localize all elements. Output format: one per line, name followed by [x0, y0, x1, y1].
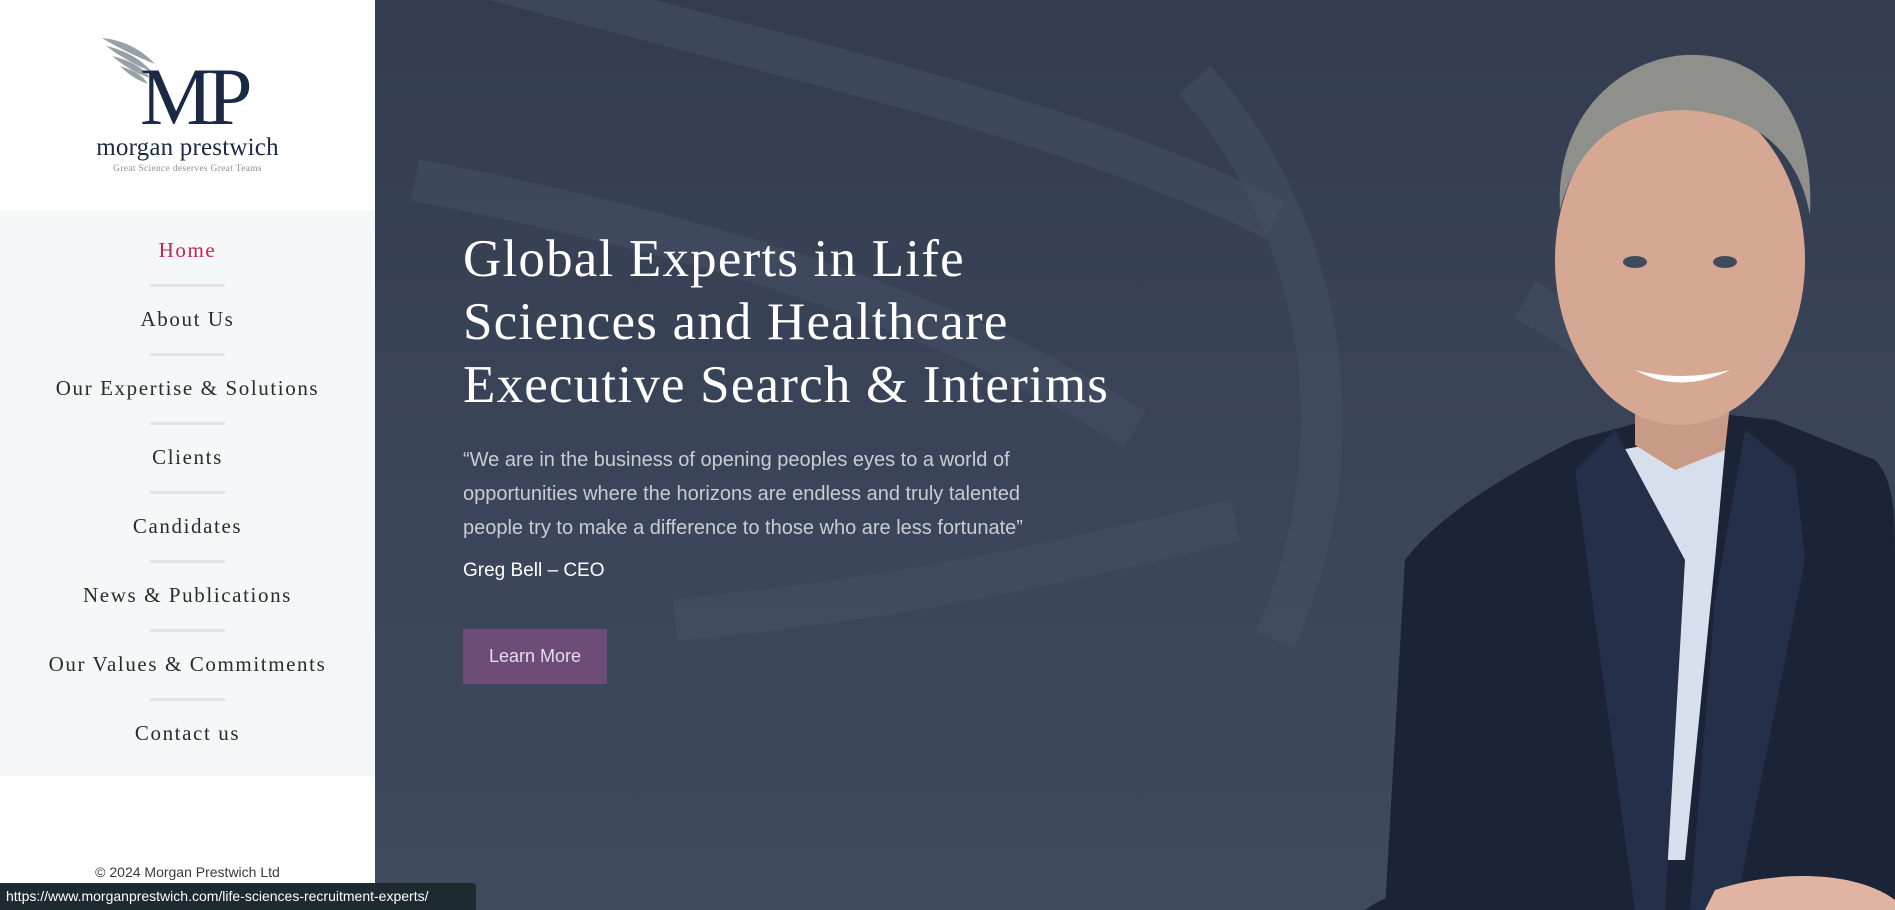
nav-divider [150, 284, 225, 287]
nav-item-expertise-solutions[interactable]: Our Expertise & Solutions [0, 368, 375, 408]
nav-divider [150, 491, 225, 494]
nav-divider [150, 560, 225, 563]
site-logo[interactable]: MP morgan prestwich Great Science deserv… [0, 0, 375, 211]
quote-author: Greg Bell – CEO [463, 560, 605, 581]
ceo-portrait-photo [1365, 54, 1895, 910]
logo-tagline: Great Science deserves Great Teams [113, 164, 262, 174]
nav-item-candidates[interactable]: Candidates [0, 506, 375, 546]
browser-status-url: https://www.morganprestwich.com/life-sci… [0, 883, 476, 910]
hero-banner: Global Experts in Life Sciences and Heal… [375, 0, 1895, 910]
nav-divider [150, 698, 225, 701]
nav-divider [150, 353, 225, 356]
nav-item-home[interactable]: Home [0, 230, 375, 270]
nav-item-values-commitments[interactable]: Our Values & Commitments [0, 644, 375, 684]
nav-item-contact-us[interactable]: Contact us [0, 713, 375, 753]
learn-more-button[interactable]: Learn More [463, 629, 607, 684]
main-nav: Home About Us Our Expertise & Solutions … [0, 211, 375, 776]
nav-item-about-us[interactable]: About Us [0, 299, 375, 339]
ceo-quote: “We are in the business of opening peopl… [463, 449, 1023, 539]
logo-name: morgan prestwich [96, 134, 279, 161]
nav-divider [150, 422, 225, 425]
nav-item-clients[interactable]: Clients [0, 437, 375, 477]
nav-item-news-publications[interactable]: News & Publications [0, 575, 375, 615]
logo-letters: MP [140, 51, 250, 130]
sidebar: MP morgan prestwich Great Science deserv… [0, 0, 375, 910]
nav-divider [150, 629, 225, 632]
footer-copyright: © 2024 Morgan Prestwich Ltd [95, 864, 280, 880]
logo-wings-icon: MP [102, 38, 256, 130]
